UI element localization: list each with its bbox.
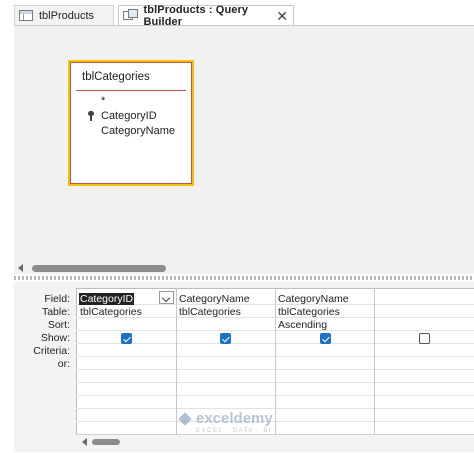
grid-cell-field-1[interactable]: CategoryID bbox=[79, 293, 135, 305]
exceldemy-watermark: exceldemy EXCEL · DATA · BI bbox=[178, 410, 273, 434]
field-dropdown-button[interactable] bbox=[159, 291, 174, 304]
show-checkbox-1[interactable] bbox=[121, 333, 132, 344]
field-list-item-categoryid[interactable]: CategoryID bbox=[101, 110, 157, 122]
exceldemy-logo-icon bbox=[178, 412, 192, 426]
show-checkbox-2[interactable] bbox=[220, 333, 231, 344]
row-label-table: Table: bbox=[41, 306, 70, 318]
show-checkbox-4[interactable] bbox=[419, 333, 430, 344]
watermark-name: exceldemy bbox=[196, 410, 273, 427]
field-list-tblcategories[interactable]: tblCategories * CategoryID CategoryName bbox=[68, 60, 194, 186]
scrollbar-thumb[interactable] bbox=[92, 439, 120, 445]
scrollbar-thumb[interactable] bbox=[32, 265, 166, 272]
tab-tblproducts[interactable]: tblProducts bbox=[14, 5, 114, 25]
grid-column-line bbox=[275, 288, 276, 434]
row-label-or: or: bbox=[57, 358, 70, 370]
pane-splitter[interactable] bbox=[14, 276, 474, 280]
design-horizontal-scrollbar[interactable] bbox=[14, 262, 474, 274]
grid-column-line bbox=[374, 288, 375, 434]
show-checkbox-3[interactable] bbox=[320, 333, 331, 344]
field-list-border: tblCategories * CategoryID CategoryName bbox=[70, 62, 192, 184]
grid-cell-table-3[interactable]: tblCategories bbox=[278, 306, 340, 318]
scroll-left-icon[interactable] bbox=[18, 264, 23, 272]
primary-key-icon bbox=[88, 111, 94, 121]
row-label-show: Show: bbox=[40, 332, 70, 344]
grid-cell-sort-3[interactable]: Ascending bbox=[278, 319, 327, 331]
grid-cell-table-1[interactable]: tblCategories bbox=[80, 306, 142, 318]
tab-label: tblProducts : Query Builder bbox=[143, 3, 249, 28]
tab-bar: tblProducts tblProducts : Query Builder … bbox=[0, 0, 474, 28]
row-label-field: Field: bbox=[44, 293, 70, 305]
scroll-left-icon[interactable] bbox=[82, 438, 87, 446]
field-list-item-all[interactable]: * bbox=[101, 95, 105, 107]
row-label-criteria: Criteria: bbox=[33, 345, 70, 357]
grid-column-line bbox=[176, 288, 177, 434]
field-list-divider bbox=[76, 90, 186, 91]
row-label-sort: Sort: bbox=[47, 319, 70, 331]
grid-cell-field-3[interactable]: CategoryName bbox=[278, 293, 349, 305]
field-list-title[interactable]: tblCategories bbox=[82, 71, 150, 83]
field-list-item-categoryname[interactable]: CategoryName bbox=[101, 125, 175, 137]
grid-cell-field-2[interactable]: CategoryName bbox=[179, 293, 250, 305]
grid-horizontal-scrollbar[interactable] bbox=[76, 434, 474, 449]
table-icon bbox=[19, 10, 33, 21]
query-icon bbox=[123, 9, 138, 22]
close-icon[interactable]: ✕ bbox=[276, 9, 288, 23]
tab-query-builder[interactable]: tblProducts : Query Builder ✕ bbox=[118, 3, 294, 28]
grid-cell-table-2[interactable]: tblCategories bbox=[179, 306, 241, 318]
query-design-surface[interactable]: tblCategories * CategoryID CategoryName bbox=[14, 26, 474, 262]
tab-label: tblProducts bbox=[39, 9, 95, 22]
